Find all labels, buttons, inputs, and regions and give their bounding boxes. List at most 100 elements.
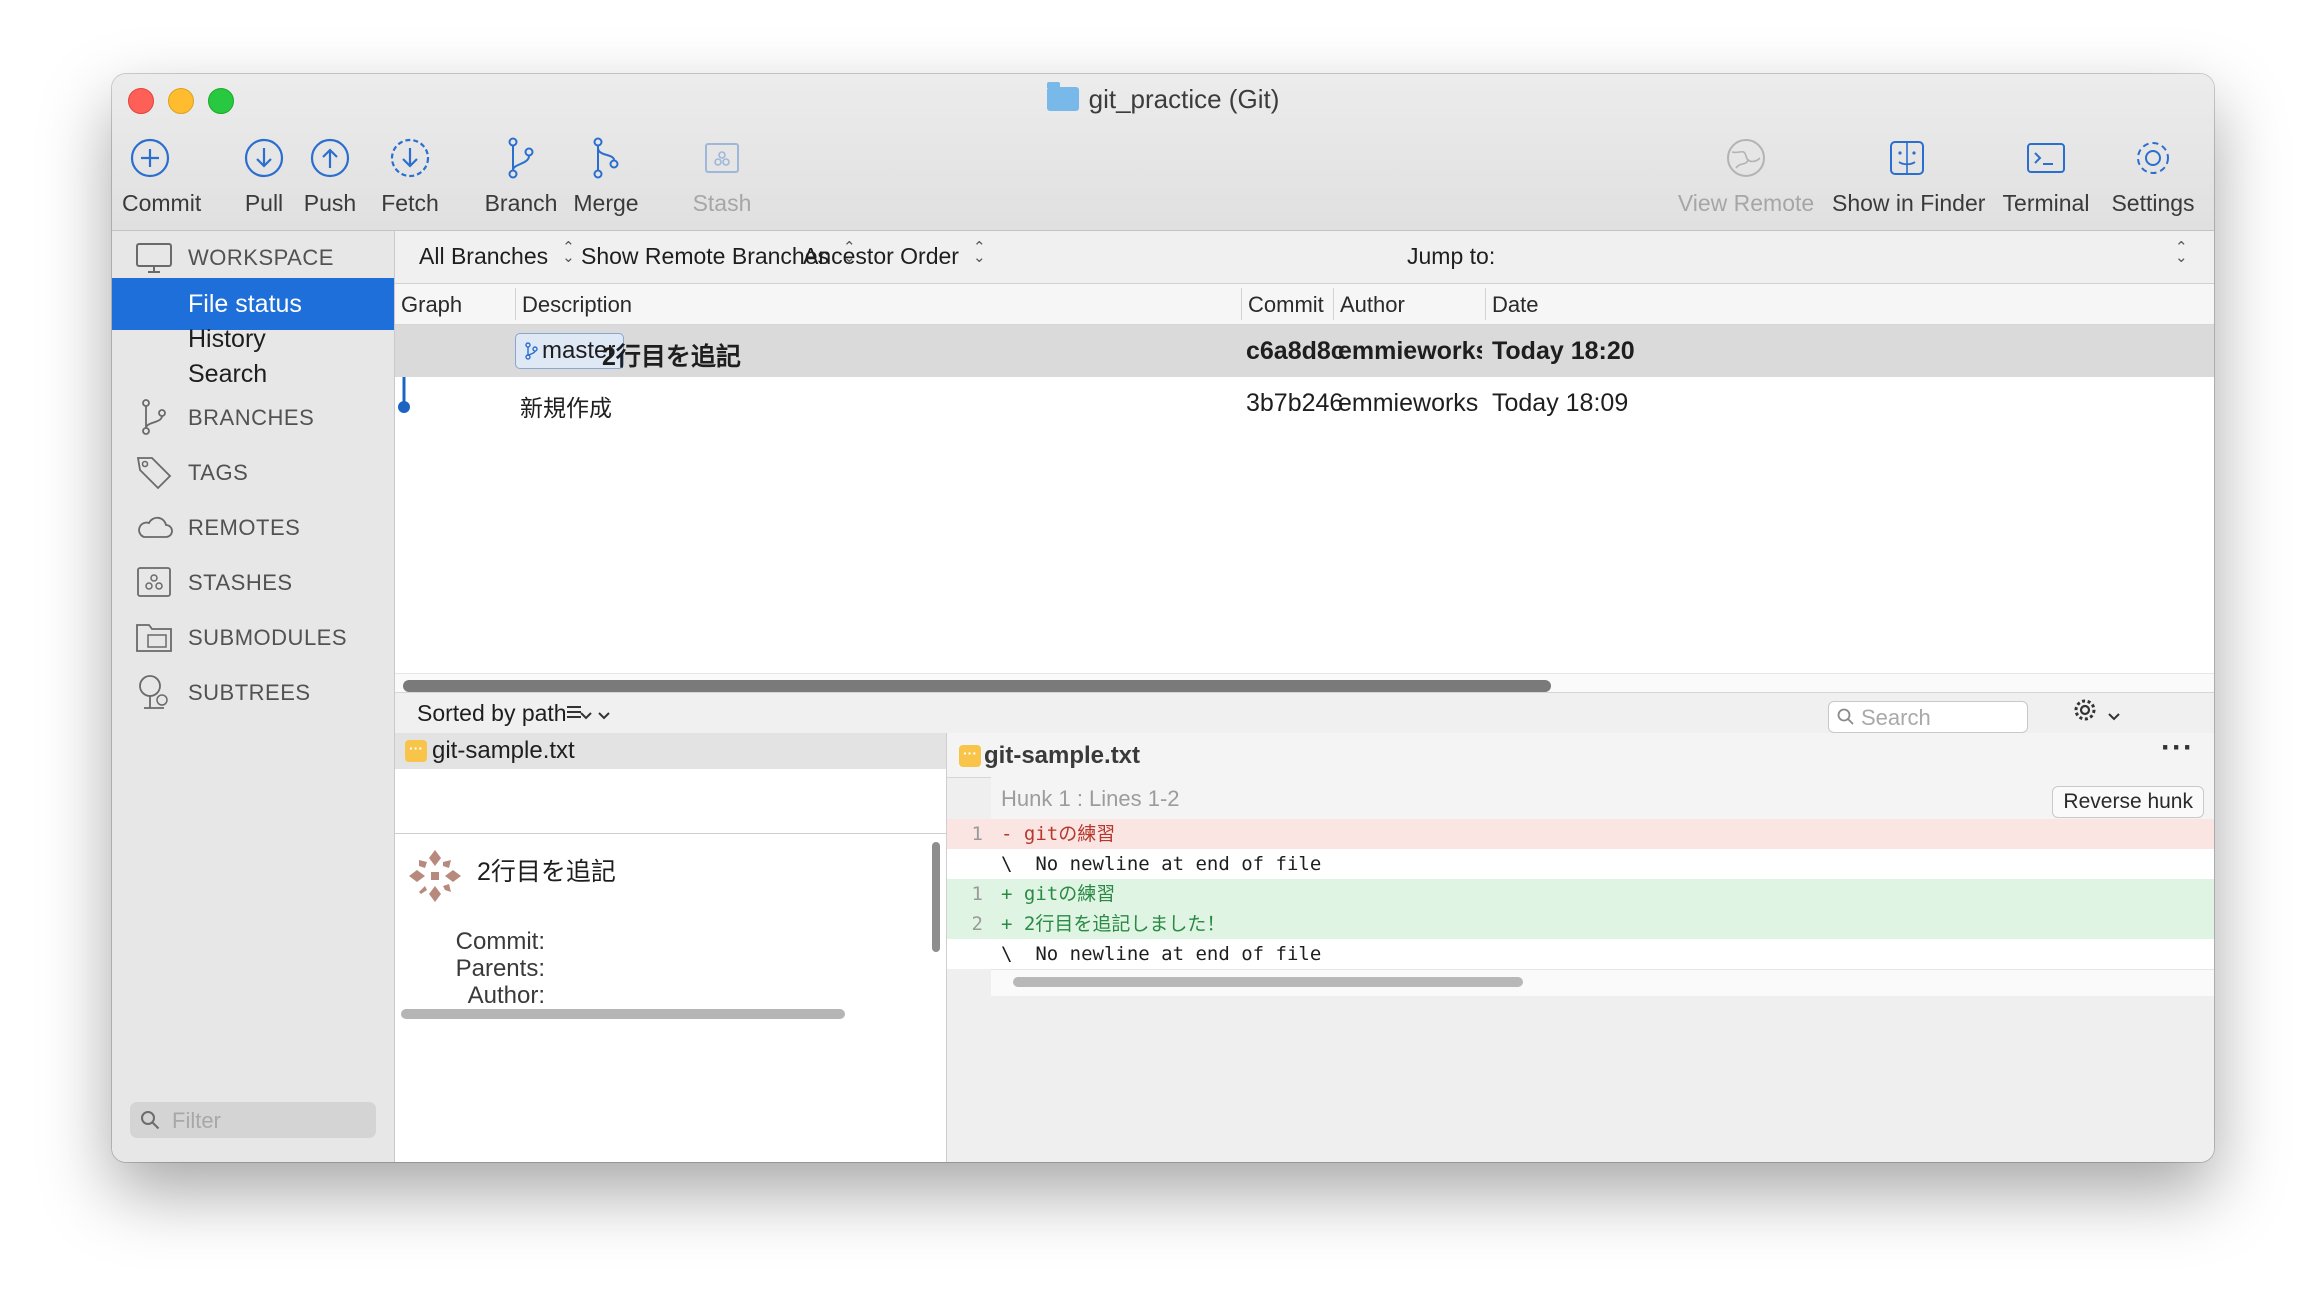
push-label: Push bbox=[303, 190, 357, 216]
column-divider[interactable] bbox=[515, 288, 516, 320]
branch-icon bbox=[142, 399, 166, 435]
sidebar-item-label: Search bbox=[188, 360, 268, 388]
commit-message: 2行目を追記 bbox=[477, 858, 616, 886]
terminal-icon bbox=[2027, 143, 2065, 173]
column-commit[interactable]: Commit bbox=[1248, 292, 1324, 318]
jump-to-select[interactable]: Jump to: bbox=[1407, 243, 1495, 270]
push-button[interactable]: Push bbox=[298, 134, 362, 217]
reverse-hunk-button[interactable]: Reverse hunk bbox=[2052, 786, 2204, 818]
fetch-button[interactable]: Fetch bbox=[374, 134, 446, 217]
sidebar-stashes-label: STASHES bbox=[188, 570, 293, 595]
app-window: git_practice (Git) Commit Pull Push Fetc… bbox=[112, 74, 2214, 1162]
column-graph[interactable]: Graph bbox=[401, 292, 462, 318]
column-date[interactable]: Date bbox=[1492, 292, 1538, 318]
detail-vertical-scrollbar[interactable] bbox=[932, 842, 940, 952]
search-icon bbox=[1837, 708, 1854, 725]
show-in-finder-label: Show in Finder bbox=[1832, 190, 1986, 216]
push-arrow-up-icon bbox=[310, 138, 350, 178]
diff-line: 1 + gitの練習 bbox=[947, 879, 2214, 909]
branch-filter-select[interactable]: All Branches ⌃ ⌄ bbox=[419, 240, 575, 270]
order-value: Ancestor Order bbox=[803, 243, 959, 269]
commit-author: emmieworks <fill... bbox=[1338, 389, 1484, 417]
toolbar: git_practice (Git) Commit Pull Push Fetc… bbox=[112, 74, 2214, 231]
file-search-input[interactable]: Search bbox=[1828, 701, 2028, 733]
hunk-title: Hunk 1 : Lines 1-2 bbox=[1001, 786, 1180, 811]
column-description[interactable]: Description bbox=[522, 292, 632, 318]
sidebar-remotes-label: REMOTES bbox=[188, 515, 301, 540]
diff-file-name: git-sample.txt bbox=[984, 742, 1141, 769]
file-row[interactable]: ··· git-sample.txt bbox=[395, 733, 946, 769]
pull-button[interactable]: Pull bbox=[240, 134, 288, 217]
more-options-icon[interactable]: ··· bbox=[2161, 731, 2194, 765]
folder-icon bbox=[1046, 82, 1079, 111]
column-divider[interactable] bbox=[1485, 288, 1486, 320]
stash-label: Stash bbox=[692, 190, 752, 216]
new-line-number: 1 bbox=[971, 883, 983, 905]
merge-icon bbox=[593, 137, 619, 179]
diff-line: 2 + 2行目を追記しました！ bbox=[947, 909, 2214, 939]
commit-description: 新規作成 bbox=[520, 395, 612, 421]
sidebar-section-stashes[interactable]: STASHES bbox=[112, 556, 394, 608]
show-in-finder-button[interactable]: Show in Finder bbox=[1832, 134, 1986, 217]
modified-file-icon: ··· bbox=[959, 745, 981, 767]
monitor-icon bbox=[136, 243, 172, 273]
order-select[interactable]: Ancestor Order ⌃ ⌄ bbox=[803, 239, 986, 270]
view-remote-label: View Remote bbox=[1677, 190, 1815, 216]
history-horizontal-scrollbar[interactable] bbox=[403, 680, 1551, 692]
merge-label: Merge bbox=[573, 190, 639, 216]
chevron-down-icon bbox=[598, 712, 611, 720]
column-divider[interactable] bbox=[1333, 288, 1334, 320]
diff-line: \ No newline at end of file bbox=[947, 939, 2214, 969]
column-divider[interactable] bbox=[1241, 288, 1242, 320]
view-remote-button[interactable]: View Remote bbox=[1676, 134, 1816, 217]
sidebar-section-remotes[interactable]: REMOTES bbox=[112, 501, 394, 553]
stash-button[interactable]: Stash bbox=[688, 134, 756, 217]
commit-hash: 3b7b246 bbox=[1246, 389, 1344, 417]
sidebar-section-submodules[interactable]: SUBMODULES bbox=[112, 611, 394, 663]
sidebar: WORKSPACE File status History Search BRA… bbox=[112, 231, 395, 1162]
globe-icon bbox=[1727, 139, 1765, 177]
jump-to-chevron[interactable]: ⌃ ⌄ bbox=[2175, 240, 2188, 270]
sidebar-filter-input[interactable]: Filter bbox=[130, 1102, 376, 1138]
branch-icon bbox=[525, 342, 538, 360]
view-mode-select[interactable] bbox=[565, 700, 611, 727]
modified-file-icon: ··· bbox=[405, 740, 427, 762]
submodule-folder-icon bbox=[136, 624, 172, 652]
commit-row[interactable]: master 2行目を追記 c6a8d8c emmieworks <f... T… bbox=[395, 325, 2214, 377]
line-text: + gitの練習 bbox=[1001, 883, 1116, 905]
file-actions-menu[interactable] bbox=[2073, 698, 2121, 728]
window-title-text: git_practice (Git) bbox=[1088, 84, 1280, 114]
sidebar-workspace-label: WORKSPACE bbox=[188, 245, 334, 270]
stash-icon bbox=[705, 143, 739, 173]
old-line-number: 1 bbox=[971, 823, 983, 845]
file-name: git-sample.txt bbox=[432, 737, 575, 764]
search-icon bbox=[141, 1111, 160, 1130]
sidebar-section-tags[interactable]: TAGS bbox=[112, 446, 394, 498]
fetch-icon bbox=[390, 138, 430, 178]
hunk-header: Hunk 1 : Lines 1-2 Reverse hunk bbox=[991, 777, 2214, 820]
filter-placeholder: Filter bbox=[172, 1108, 221, 1133]
updown-chevron-icon: ⌃ ⌄ bbox=[972, 239, 986, 266]
branch-button[interactable]: Branch bbox=[484, 134, 558, 217]
commit-row[interactable]: 新規作成 3b7b246 emmieworks <fill... Today 1… bbox=[395, 377, 2214, 429]
sidebar-section-subtrees[interactable]: SUBTREES bbox=[112, 666, 394, 718]
diff-horizontal-scrollbar[interactable] bbox=[1013, 977, 1523, 987]
fetch-label: Fetch bbox=[381, 190, 439, 216]
jump-to-label: Jump to: bbox=[1407, 243, 1496, 269]
column-author[interactable]: Author bbox=[1340, 292, 1405, 318]
diff-line: \ No newline at end of file bbox=[947, 849, 2214, 879]
detail-horizontal-scrollbar[interactable] bbox=[401, 1009, 845, 1019]
author-label: Author: bbox=[467, 982, 545, 1009]
sidebar-section-branches[interactable]: BRANCHES bbox=[112, 391, 394, 443]
sidebar-submodules-label: SUBMODULES bbox=[188, 625, 348, 650]
commit-label: Commit bbox=[122, 190, 202, 216]
terminal-button[interactable]: Terminal bbox=[2000, 134, 2092, 217]
merge-button[interactable]: Merge bbox=[570, 134, 642, 217]
commit-hash: c6a8d8c bbox=[1246, 337, 1345, 365]
settings-button[interactable]: Settings bbox=[2106, 134, 2200, 217]
file-bar: Sorted by path Search bbox=[395, 692, 2214, 734]
pull-arrow-down-icon bbox=[244, 138, 284, 178]
sidebar-section-workspace[interactable]: WORKSPACE bbox=[112, 231, 394, 283]
cloud-icon bbox=[138, 516, 173, 538]
commit-button[interactable]: Commit bbox=[122, 134, 201, 217]
